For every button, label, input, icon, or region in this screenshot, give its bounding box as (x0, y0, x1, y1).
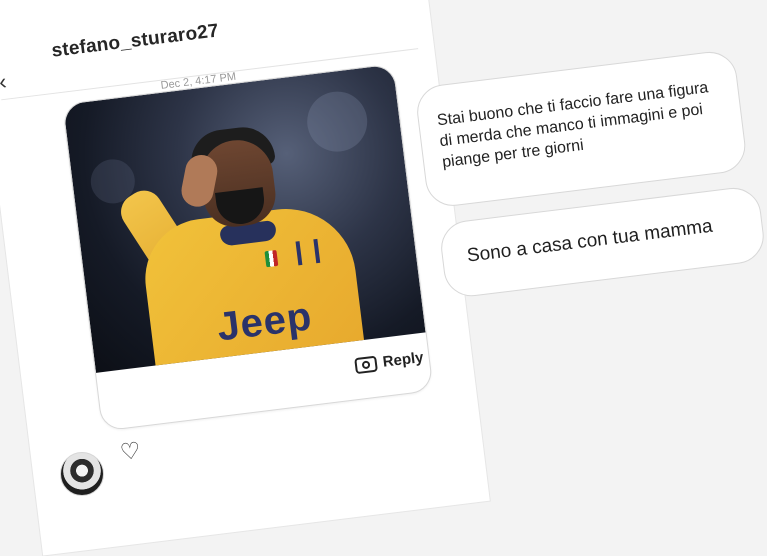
avatar[interactable] (60, 452, 104, 496)
shared-post-image[interactable]: Jeep (63, 64, 426, 373)
message-bubble[interactable]: Sono a casa con tua mamma (438, 184, 767, 300)
heart-icon[interactable]: ♡ (118, 437, 142, 466)
reply-button[interactable]: Reply (354, 349, 424, 374)
reply-label: Reply (381, 348, 425, 371)
team-logo-shape (295, 238, 321, 266)
message-text: Stai buono che ti faccio fare una figura… (436, 79, 710, 172)
background-light-shape (303, 88, 371, 156)
chevron-left-icon[interactable]: ‹ (0, 69, 8, 96)
chat-screen: ‹ stefano_sturaro27 Dec 2, 4:17 PM Jeep … (0, 0, 767, 556)
message-text: Sono a casa con tua mamma (465, 215, 714, 267)
italy-badge (264, 249, 279, 268)
chat-username[interactable]: stefano_sturaro27 (50, 20, 220, 62)
message-bubble[interactable]: Stai buono che ti faccio fare una figura… (414, 48, 749, 210)
shared-post-card[interactable]: Jeep Reply (62, 63, 434, 432)
camera-icon (354, 355, 378, 374)
